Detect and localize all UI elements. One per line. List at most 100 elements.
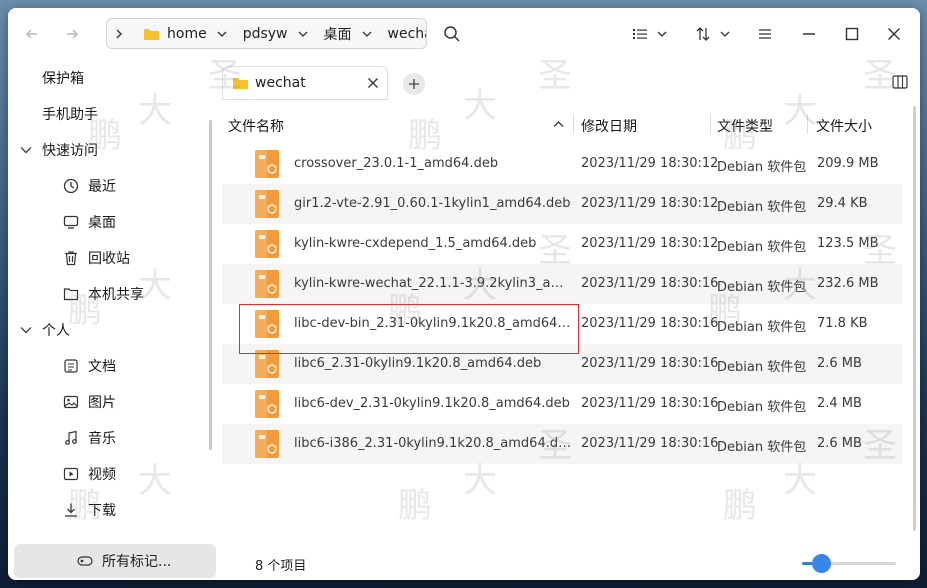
preview-toggle-button[interactable]	[892, 75, 908, 93]
column-type-header[interactable]: 文件类型	[717, 116, 773, 136]
view-mode-button[interactable]	[630, 21, 670, 47]
sidebar-item-trash[interactable]: 回收站	[8, 241, 208, 275]
file-date: 2023/11/29 18:30:16	[581, 396, 719, 411]
file-date: 2023/11/29 18:30:16	[581, 436, 719, 451]
path-segment-wechat[interactable]: wecha	[378, 26, 426, 42]
folder-share-icon	[62, 285, 80, 303]
file-type: Debian 软件包	[717, 440, 807, 455]
sidebar-item-phone-assistant[interactable]: 手机助手	[8, 97, 208, 131]
search-button[interactable]	[439, 21, 465, 47]
sidebar-item-label: 文档	[88, 359, 116, 375]
file-name: gir1.2-vte-2.91_0.60.1-1kylin1_amd64.deb	[294, 196, 571, 211]
table-row[interactable]: kylin-kwre-cxdepend_1.5_amd64.deb 2023/11…	[222, 224, 902, 264]
chevron-down-icon	[298, 31, 307, 37]
sidebar-item-downloads[interactable]: 下载	[8, 493, 208, 527]
sidebar-group-quick-access[interactable]: 快速访问	[8, 133, 208, 167]
path-label: 桌面	[323, 26, 352, 43]
column-separator[interactable]	[573, 114, 574, 134]
picture-icon	[62, 393, 80, 411]
file-size: 232.6 MB	[817, 276, 879, 291]
file-date: 2023/11/29 18:30:16	[581, 276, 719, 291]
file-size: 71.8 KB	[817, 316, 868, 331]
column-size-header[interactable]: 文件大小	[816, 116, 872, 136]
sidebar-item-documents[interactable]: 文档	[8, 349, 208, 383]
tab-wechat[interactable]: wechat	[222, 66, 388, 100]
file-type: Debian 软件包	[717, 400, 807, 415]
sort-icon	[696, 27, 710, 41]
deb-package-icon	[255, 230, 279, 258]
file-size: 29.4 KB	[817, 196, 868, 211]
selection-highlight-box	[239, 304, 579, 354]
close-tab-icon[interactable]	[367, 77, 379, 89]
chevron-down-icon	[20, 147, 32, 154]
column-name-header[interactable]: 文件名称	[228, 116, 284, 136]
sidebar-item-safe-box[interactable]: 保护箱	[8, 61, 208, 95]
new-tab-button[interactable]	[403, 73, 425, 95]
column-date-header[interactable]: 修改日期	[581, 116, 637, 136]
file-size: 2.6 MB	[817, 356, 862, 371]
folder-icon	[144, 28, 159, 40]
file-name: libc6-dev_2.31-0kylin9.1k20.8_amd64.deb	[294, 396, 570, 411]
chevron-right-icon	[116, 29, 122, 38]
sidebar-item-local-share[interactable]: 本机共享	[8, 277, 208, 311]
sidebar-item-label: 图片	[88, 395, 116, 411]
deb-package-icon	[255, 190, 279, 218]
menu-button[interactable]	[752, 21, 778, 47]
file-manager-window: home pdsyw 桌面 wecha	[8, 8, 920, 580]
sidebar-item-label: 下载	[88, 503, 116, 519]
forward-button[interactable]	[60, 22, 84, 46]
all-marks-button[interactable]: 所有标记...	[14, 544, 216, 578]
path-segment-pdsyw[interactable]: pdsyw	[233, 26, 314, 42]
file-type: Debian 软件包	[717, 280, 807, 295]
file-size: 2.4 MB	[817, 396, 862, 411]
arrow-left-icon	[25, 29, 37, 39]
table-row[interactable]: libc6-dev_2.31-0kylin9.1k20.8_amd64.deb 2…	[222, 384, 902, 424]
table-row[interactable]: gir1.2-vte-2.91_0.60.1-1kylin1_amd64.deb…	[222, 184, 902, 224]
back-button[interactable]	[20, 22, 44, 46]
sidebar-item-label: 最近	[88, 179, 116, 195]
sidebar-item-label: 回收站	[88, 251, 130, 267]
close-window-button[interactable]	[881, 21, 907, 47]
sidebar-group-personal[interactable]: 个人	[8, 313, 208, 347]
tab-label: wechat	[255, 75, 306, 91]
sort-button[interactable]	[692, 21, 734, 47]
sidebar-item-videos[interactable]: 视频	[8, 457, 208, 491]
sidebar-item-desktop[interactable]: 桌面	[8, 205, 208, 239]
file-date: 2023/11/29 18:30:12	[581, 236, 719, 251]
file-name: kylin-kwre-wechat_22.1.1-3.9.2kylin3_amd…	[294, 276, 572, 291]
folder-icon	[233, 78, 248, 89]
chevron-down-icon	[362, 31, 371, 37]
plus-icon	[409, 79, 419, 89]
sidebar-item-label: 桌面	[88, 215, 116, 231]
table-row[interactable]: crossover_23.0.1-1_amd64.deb 2023/11/29 1…	[222, 144, 902, 184]
column-separator[interactable]	[710, 114, 711, 134]
column-separator[interactable]	[807, 114, 808, 134]
file-size: 123.5 MB	[817, 236, 879, 251]
file-name: kylin-kwre-cxdepend_1.5_amd64.deb	[294, 236, 537, 251]
sidebar-item-pictures[interactable]: 图片	[8, 385, 208, 419]
sidebar-item-music[interactable]: 音乐	[8, 421, 208, 455]
file-name: libc6-i386_2.31-0kylin9.1k20.8_amd64.deb	[294, 436, 572, 451]
file-date: 2023/11/29 18:30:16	[581, 316, 719, 331]
sidebar-item-label: 音乐	[88, 431, 116, 447]
main-content: wechat 文件名称 修改日期 文件类型 文件大小 crossover_23.…	[220, 58, 920, 580]
path-root-chevron[interactable]	[107, 28, 129, 40]
path-segment-home[interactable]: home	[129, 26, 233, 42]
file-type: Debian 软件包	[717, 320, 807, 335]
table-row[interactable]: kylin-kwre-wechat_22.1.1-3.9.2kylin3_amd…	[222, 264, 902, 304]
minimize-button[interactable]	[796, 21, 822, 47]
table-row[interactable]: libc6-i386_2.31-0kylin9.1k20.8_amd64.deb…	[222, 424, 902, 464]
item-count: 8 个项目	[255, 559, 307, 574]
sidebar-item-recent[interactable]: 最近	[8, 169, 208, 203]
maximize-button[interactable]	[839, 21, 865, 47]
zoom-slider-thumb[interactable]	[811, 554, 831, 573]
all-marks-label: 所有标记...	[102, 554, 172, 570]
path-bar[interactable]: home pdsyw 桌面 wecha	[106, 18, 427, 49]
path-label: home	[167, 25, 207, 42]
deb-package-icon	[255, 270, 279, 298]
path-segment-desktop[interactable]: 桌面	[314, 24, 378, 44]
tab-bar: wechat	[220, 66, 920, 100]
file-list-scrollbar[interactable]	[913, 106, 916, 531]
sidebar-scrollbar[interactable]	[209, 120, 212, 450]
file-type: Debian 软件包	[717, 360, 807, 375]
